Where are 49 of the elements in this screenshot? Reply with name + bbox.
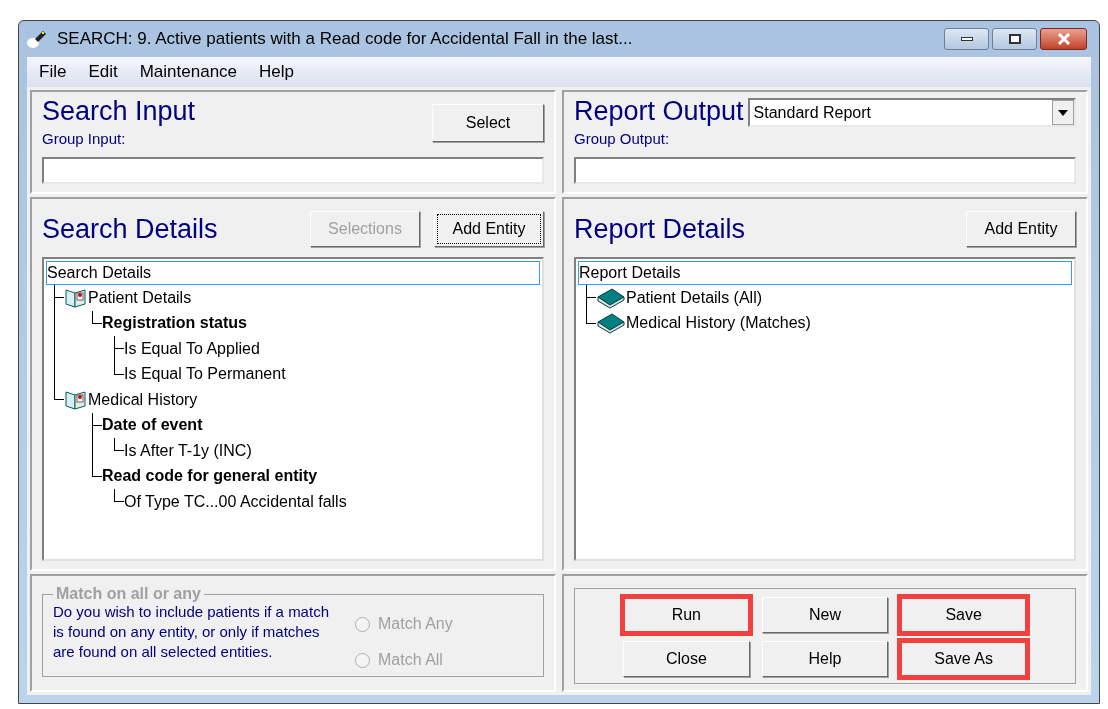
minimize-icon [960,37,973,41]
tree-item[interactable]: Is Equal To Permanent [124,362,286,387]
section-heading: Report Details [574,215,746,243]
window-title: SEARCH: 9. Active patients with a Read code for Accidental Fall in the last... [57,28,634,51]
open-book-icon [64,388,88,411]
closed-book-icon [596,312,626,335]
section-heading: Search Details [42,215,218,243]
tree-item[interactable]: Patient Details (All) [626,285,763,310]
tree-item[interactable]: Medical History (Matches) [626,311,811,336]
tree-root[interactable]: Report Details [578,261,1072,285]
action-button[interactable]: Run [623,597,750,633]
open-book-icon [64,286,88,309]
toolbar-button[interactable]: Add Entity [966,211,1076,247]
menu-item[interactable]: Help [259,59,294,85]
action-button[interactable]: Help [761,641,889,677]
tree-item[interactable]: Is Equal To Applied [124,336,260,361]
torch-icon [27,29,49,49]
tree-item[interactable]: Medical History [88,387,198,412]
tree-item[interactable]: Read code for general entity [102,464,318,489]
maximize-button[interactable] [992,28,1037,50]
group-input-field[interactable] [42,156,544,184]
action-button[interactable]: New [761,597,889,633]
tree-item[interactable]: Of Type TC...00 Accidental falls [124,489,347,514]
action-button[interactable]: Save As [900,641,1027,677]
menu-item[interactable]: File [39,59,67,85]
close-icon [1056,33,1071,45]
tree-root[interactable]: Search Details [46,261,540,285]
search-tree[interactable] [42,257,544,561]
close-button[interactable] [1040,28,1087,50]
toolbar-button[interactable]: Add Entity [434,211,544,247]
group-output-field[interactable] [574,156,1076,184]
tree-item[interactable]: Registration status [102,311,247,336]
tree-item[interactable]: Patient Details [88,285,192,310]
field-label: Group Output: [574,129,671,149]
action-button[interactable]: Close [623,641,750,677]
maximize-icon [1008,34,1021,44]
field-label: Group Input: [42,129,127,149]
section-heading: Search Input [42,98,196,125]
report-tree[interactable]: Report Details Patient Details (All) Medical History (Matches) [574,257,1076,561]
menu-item[interactable]: Edit [88,59,118,85]
tree-item[interactable]: Date of event [102,413,203,438]
select-button[interactable]: Select [432,104,544,142]
report-format-dropdown[interactable]: Standard Report [747,98,1076,127]
tree-item[interactable]: Is After T-1y (INC) [124,438,252,463]
closed-book-icon [596,286,626,309]
minimize-button[interactable] [944,28,989,50]
action-button[interactable]: Save [900,597,1027,633]
menu-item[interactable]: Maintenance [139,59,238,85]
section-heading: Report Output [574,98,744,125]
